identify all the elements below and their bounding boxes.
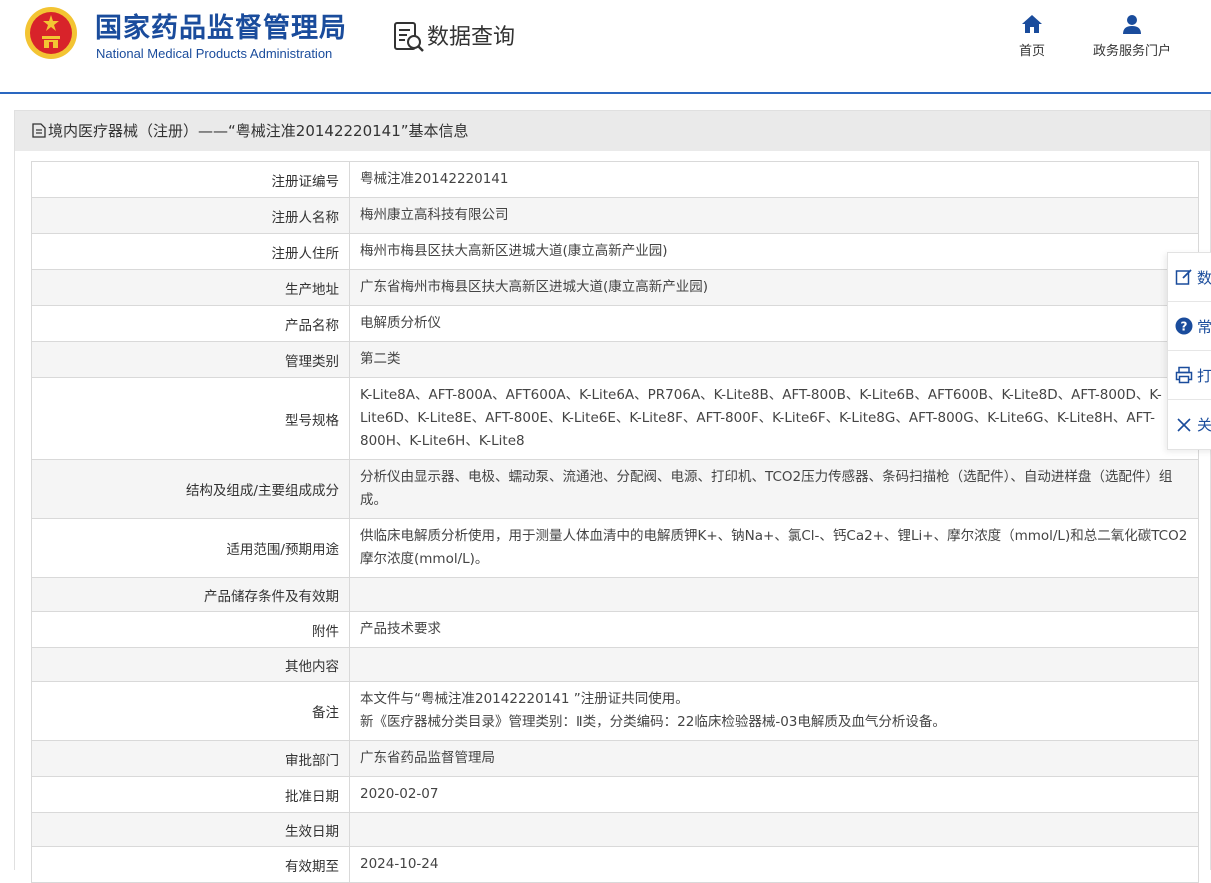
info-table: 注册证编号 粤械注准20142220141 注册人名称 梅州康立高科技有限公司 … — [31, 161, 1199, 883]
field-label: 产品储存条件及有效期 — [31, 577, 350, 612]
field-label: 附件 — [31, 611, 350, 648]
float-print-button[interactable]: 打 — [1168, 351, 1211, 400]
field-label: 注册证编号 — [31, 161, 350, 198]
field-label: 审批部门 — [31, 740, 350, 777]
section-title: 数据查询 — [427, 25, 516, 50]
field-label: 结构及组成/主要组成成分 — [31, 459, 350, 519]
field-label: 备注 — [31, 681, 350, 741]
field-label: 型号规格 — [31, 377, 350, 460]
table-row: 批准日期 2020-02-07 — [31, 776, 1199, 813]
floating-toolbar: 数 ? 常 打 关 — [1167, 252, 1211, 450]
panel-title-bar: 境内医疗器械（注册）——“粤械注准20142220141”基本信息 — [15, 111, 1210, 151]
field-label: 生效日期 — [31, 812, 350, 847]
field-value: 广东省梅州市梅县区扶大高新区进城大道(康立高新产业园) — [349, 269, 1199, 306]
nav-service-portal-label: 政务服务门户 — [1092, 44, 1171, 59]
float-faq-label: 常 — [1197, 317, 1211, 336]
table-row: 适用范围/预期用途 供临床电解质分析使用，用于测量人体血清中的电解质钾K+、钠N… — [31, 518, 1199, 578]
field-value — [349, 647, 1199, 682]
float-data-button[interactable]: 数 — [1168, 253, 1211, 302]
remark-line: 本文件与“粤械注准20142220141 ”注册证共同使用。 — [360, 691, 689, 707]
site-header: 国家药品监督管理局 National Medical Products Admi… — [0, 0, 1211, 92]
field-value: 产品技术要求 — [349, 611, 1199, 648]
table-row: 注册证编号 粤械注准20142220141 — [31, 161, 1199, 198]
field-label: 注册人名称 — [31, 197, 350, 234]
field-value: 2020-02-07 — [349, 776, 1199, 813]
field-value — [349, 812, 1199, 847]
print-icon — [1175, 366, 1193, 384]
table-row: 备注 本文件与“粤械注准20142220141 ”注册证共同使用。 新《医疗器械… — [31, 681, 1199, 741]
float-data-label: 数 — [1197, 268, 1211, 287]
nav-service-portal[interactable]: 政务服务门户 — [1086, 14, 1178, 59]
table-row: 附件 产品技术要求 — [31, 611, 1199, 648]
field-value: 粤械注准20142220141 — [349, 161, 1199, 198]
field-label: 管理类别 — [31, 341, 350, 378]
float-close-label: 关 — [1197, 416, 1211, 434]
nav-home-label: 首页 — [1018, 44, 1045, 59]
field-label: 产品名称 — [31, 305, 350, 342]
table-row: 产品储存条件及有效期 — [31, 577, 1199, 612]
field-value: 广东省药品监督管理局 — [349, 740, 1199, 777]
org-name-en: National Medical Products Administration — [96, 46, 333, 61]
data-query-icon — [394, 22, 424, 52]
field-value: 电解质分析仪 — [349, 305, 1199, 342]
field-label: 生产地址 — [31, 269, 350, 306]
table-row: 有效期至 2024-10-24 — [31, 846, 1199, 883]
field-label: 有效期至 — [31, 846, 350, 883]
field-label: 适用范围/预期用途 — [31, 518, 350, 578]
edit-icon — [1175, 269, 1192, 285]
table-row: 注册人住所 梅州市梅县区扶大高新区进城大道(康立高新产业园) — [31, 233, 1199, 270]
svg-text:?: ? — [1181, 320, 1188, 334]
detail-panel: 境内医疗器械（注册）——“粤械注准20142220141”基本信息 注册证编号 … — [14, 110, 1211, 883]
table-row: 生效日期 — [31, 812, 1199, 847]
float-close-button[interactable]: 关 — [1168, 400, 1211, 449]
field-value: 分析仪由显示器、电极、蠕动泵、流通池、分配阀、电源、打印机、TCO2压力传感器、… — [349, 459, 1199, 519]
help-icon: ? — [1175, 317, 1193, 335]
table-row: 型号规格 K-Lite8A、AFT-800A、AFT600A、K-Lite6A、… — [31, 377, 1199, 460]
field-value: 梅州康立高科技有限公司 — [349, 197, 1199, 234]
field-value: 供临床电解质分析使用，用于测量人体血清中的电解质钾K+、钠Na+、氯Cl-、钙C… — [349, 518, 1199, 578]
home-icon — [1022, 15, 1042, 33]
table-row: 管理类别 第二类 — [31, 341, 1199, 378]
field-value — [349, 577, 1199, 612]
table-row: 产品名称 电解质分析仪 — [31, 305, 1199, 342]
field-value: 梅州市梅县区扶大高新区进城大道(康立高新产业园) — [349, 233, 1199, 270]
table-row: 结构及组成/主要组成成分 分析仪由显示器、电极、蠕动泵、流通池、分配阀、电源、打… — [31, 459, 1199, 519]
field-label: 注册人住所 — [31, 233, 350, 270]
float-print-label: 打 — [1197, 366, 1211, 385]
field-label: 批准日期 — [31, 776, 350, 813]
panel-title: 境内医疗器械（注册）——“粤械注准20142220141”基本信息 — [48, 122, 469, 140]
remark-line: 新《医疗器械分类目录》管理类别：Ⅱ类，分类编码：22临床检验器械-03电解质及血… — [360, 714, 946, 730]
nav-home[interactable]: 首页 — [1010, 14, 1054, 59]
document-icon — [32, 123, 46, 138]
table-row: 其他内容 — [31, 647, 1199, 682]
org-name-cn: 国家药品监督管理局 — [95, 13, 347, 44]
field-value: 本文件与“粤械注准20142220141 ”注册证共同使用。 新《医疗器械分类目… — [349, 681, 1199, 741]
table-row: 生产地址 广东省梅州市梅县区扶大高新区进城大道(康立高新产业园) — [31, 269, 1199, 306]
table-row: 审批部门 广东省药品监督管理局 — [31, 740, 1199, 777]
field-value: 2024-10-24 — [349, 846, 1199, 883]
national-emblem-icon — [25, 7, 77, 59]
close-icon — [1177, 417, 1191, 432]
field-value: 第二类 — [349, 341, 1199, 378]
header-divider — [0, 92, 1211, 94]
float-faq-button[interactable]: ? 常 — [1168, 302, 1211, 351]
field-value: K-Lite8A、AFT-800A、AFT600A、K-Lite6A、PR706… — [349, 377, 1199, 460]
detail-content: 注册证编号 粤械注准20142220141 注册人名称 梅州康立高科技有限公司 … — [15, 151, 1210, 883]
field-label: 其他内容 — [31, 647, 350, 682]
table-row: 注册人名称 梅州康立高科技有限公司 — [31, 197, 1199, 234]
user-icon — [1123, 15, 1141, 34]
